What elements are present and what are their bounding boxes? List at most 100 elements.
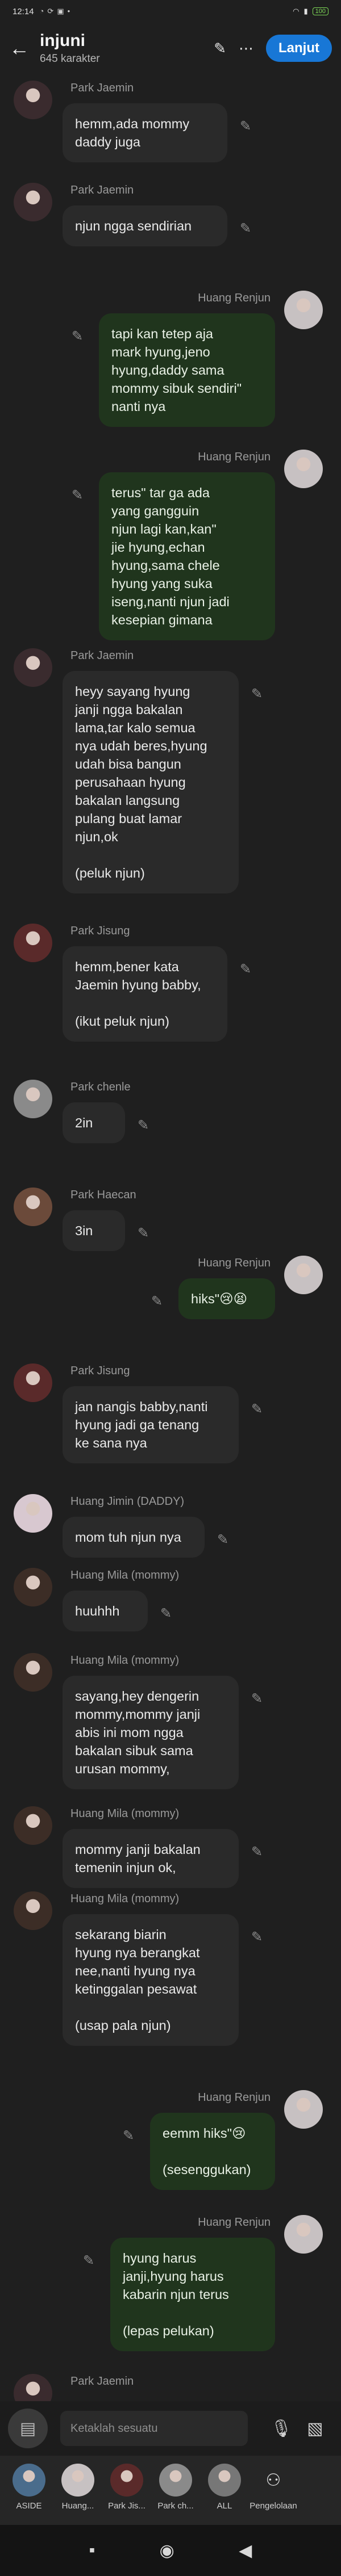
add-media-button[interactable]: ▤ bbox=[8, 2409, 48, 2448]
outgoing-bubble[interactable]: hiks"😢😫 bbox=[178, 1278, 275, 1319]
avatar[interactable] bbox=[284, 2090, 323, 2129]
sender-name: Huang Mila (mommy) bbox=[70, 1569, 180, 1581]
avatar[interactable] bbox=[284, 450, 323, 488]
wifi-icon: ◠ bbox=[293, 7, 300, 15]
pencil-icon[interactable]: ✎ bbox=[214, 40, 226, 57]
avatar[interactable] bbox=[284, 291, 323, 329]
edit-icon[interactable]: ✎ bbox=[72, 329, 86, 344]
avatar[interactable] bbox=[14, 81, 52, 119]
incoming-bubble[interactable]: 3in bbox=[63, 1210, 125, 1251]
sender-name: Huang Renjun bbox=[198, 292, 271, 304]
microphone-icon[interactable]: 🎙 bbox=[271, 2419, 292, 2439]
incoming-bubble[interactable]: jan nangis babby,nanti hyung jadi ga ten… bbox=[63, 1386, 239, 1463]
outgoing-bubble[interactable]: terus" tar ga ada yang gangguin njun lag… bbox=[99, 472, 275, 640]
sender-name: Park Jisung bbox=[70, 1365, 130, 1377]
avatar[interactable] bbox=[14, 1188, 52, 1226]
avatar[interactable] bbox=[14, 1494, 52, 1533]
character-label: ALL bbox=[217, 2501, 232, 2511]
sender-name: Huang Renjun bbox=[198, 2091, 271, 2104]
character-chip[interactable]: Park Jis... bbox=[102, 2464, 151, 2525]
title-wrap: injuni 645 karakter bbox=[40, 31, 100, 65]
incoming-bubble[interactable]: sekarang biarin hyung nya berangkat nee,… bbox=[63, 1914, 239, 2046]
character-chip[interactable]: ALL bbox=[200, 2464, 249, 2525]
sender-name: Park Jisung bbox=[70, 925, 130, 937]
edit-icon[interactable]: ✎ bbox=[72, 488, 86, 503]
story-title: injuni bbox=[40, 31, 85, 50]
edit-icon[interactable]: ✎ bbox=[251, 1402, 266, 1417]
edit-icon[interactable]: ✎ bbox=[123, 2129, 138, 2143]
incoming-bubble[interactable]: mom tuh njun nya bbox=[63, 1517, 205, 1558]
edit-icon[interactable]: ✎ bbox=[240, 962, 255, 977]
back-icon[interactable]: ◀ bbox=[239, 2541, 252, 2561]
edit-icon[interactable]: ✎ bbox=[240, 221, 255, 236]
edit-icon[interactable]: ✎ bbox=[138, 1118, 152, 1133]
edit-icon[interactable]: ✎ bbox=[83, 2254, 98, 2268]
edit-icon[interactable]: ✎ bbox=[251, 1692, 266, 1706]
avatar[interactable] bbox=[14, 183, 52, 221]
recents-icon[interactable]: ▪ bbox=[89, 2541, 95, 2560]
incoming-bubble[interactable]: mommy janji bakalan temenin injun ok, bbox=[63, 1829, 239, 1888]
character-label: Pengelolaan bbox=[249, 2501, 297, 2511]
character-chip[interactable]: ⚇ Pengelolaan bbox=[249, 2464, 298, 2525]
back-arrow-icon[interactable]: ← bbox=[9, 36, 34, 60]
character-avatar bbox=[110, 2464, 143, 2497]
avatar[interactable] bbox=[14, 1806, 52, 1845]
character-avatar bbox=[13, 2464, 45, 2497]
incoming-bubble[interactable]: huuhhh bbox=[63, 1591, 148, 1631]
character-avatar bbox=[159, 2464, 192, 2497]
outgoing-bubble[interactable]: tapi kan tetep aja mark hyung,jeno hyung… bbox=[99, 313, 275, 427]
character-chip[interactable]: Huang... bbox=[53, 2464, 102, 2525]
avatar[interactable] bbox=[14, 1080, 52, 1118]
edit-icon[interactable]: ✎ bbox=[138, 1226, 152, 1241]
gallery-icon[interactable]: ▧ bbox=[307, 2419, 323, 2439]
next-button[interactable]: Lanjut bbox=[266, 35, 332, 62]
incoming-bubble[interactable]: hemm,bener kata Jaemin hyung babby, (iku… bbox=[63, 946, 227, 1042]
avatar[interactable] bbox=[14, 1568, 52, 1606]
sync-icon: ⟳ bbox=[47, 7, 54, 15]
sender-name: Huang Renjun bbox=[198, 451, 271, 463]
avatar[interactable] bbox=[284, 1256, 323, 1294]
incoming-bubble[interactable]: njun ngga sendirian bbox=[63, 205, 227, 246]
character-avatar bbox=[61, 2464, 94, 2497]
incoming-bubble[interactable]: 2in bbox=[63, 1102, 125, 1143]
char-count: 645 karakter bbox=[40, 53, 100, 65]
character-bar: ASIDE Huang... Park Jis... Park ch... ALL ⚇ Pe… bbox=[0, 2456, 341, 2525]
avatar[interactable] bbox=[14, 1363, 52, 1402]
edit-icon[interactable]: ✎ bbox=[251, 1845, 266, 1860]
home-icon[interactable]: ◉ bbox=[160, 2541, 174, 2561]
avatar[interactable] bbox=[14, 924, 52, 962]
input-bar: ▤ 🎙 ▧ bbox=[0, 2401, 341, 2456]
avatar[interactable] bbox=[284, 2215, 323, 2254]
sender-name: Huang Mila (mommy) bbox=[70, 1893, 180, 1905]
sender-name: Park chenle bbox=[70, 1081, 131, 1093]
incoming-bubble[interactable]: heyy sayang hyung janji ngga bakalan lam… bbox=[63, 671, 239, 893]
message-input[interactable] bbox=[60, 2411, 248, 2446]
status-time: 12:14 bbox=[13, 6, 34, 16]
incoming-bubble[interactable]: hemm,ada mommy daddy juga bbox=[63, 103, 227, 162]
battery-icon: 100 bbox=[312, 7, 328, 15]
character-chip[interactable]: ASIDE bbox=[5, 2464, 53, 2525]
character-label: Huang... bbox=[61, 2501, 94, 2511]
sender-name: Park Jaemin bbox=[70, 82, 134, 94]
sender-name: Huang Renjun bbox=[198, 2216, 271, 2229]
header-actions: ✎ ⋯ Lanjut bbox=[214, 35, 332, 62]
avatar[interactable] bbox=[14, 648, 52, 687]
edit-icon[interactable]: ✎ bbox=[151, 1294, 166, 1309]
person-settings-icon: ⚇ bbox=[265, 2470, 281, 2490]
edit-icon[interactable]: ✎ bbox=[240, 119, 255, 134]
sender-name: Huang Mila (mommy) bbox=[70, 1807, 180, 1820]
incoming-bubble[interactable]: sayang,hey dengerin mommy,mommy janji ab… bbox=[63, 1676, 239, 1789]
status-bar: 12:14 ◔ ⟳ ▣ • ◠ ▮ 100 bbox=[0, 0, 341, 23]
edit-icon[interactable]: ✎ bbox=[251, 687, 266, 702]
outgoing-bubble[interactable]: hyung harus janji,hyung harus kabarin nj… bbox=[110, 2238, 275, 2351]
sender-name: Huang Mila (mommy) bbox=[70, 1654, 180, 1667]
avatar[interactable] bbox=[14, 1653, 52, 1692]
edit-icon[interactable]: ✎ bbox=[217, 1533, 232, 1547]
character-chip[interactable]: Park ch... bbox=[151, 2464, 200, 2525]
edit-icon[interactable]: ✎ bbox=[251, 1930, 266, 1945]
more-icon[interactable]: ⋯ bbox=[239, 40, 253, 57]
notification-icon: ◔ bbox=[39, 7, 44, 15]
edit-icon[interactable]: ✎ bbox=[160, 1606, 175, 1621]
avatar[interactable] bbox=[14, 1891, 52, 1930]
outgoing-bubble[interactable]: eemm hiks"😢 (sesenggukan) bbox=[150, 2113, 275, 2190]
